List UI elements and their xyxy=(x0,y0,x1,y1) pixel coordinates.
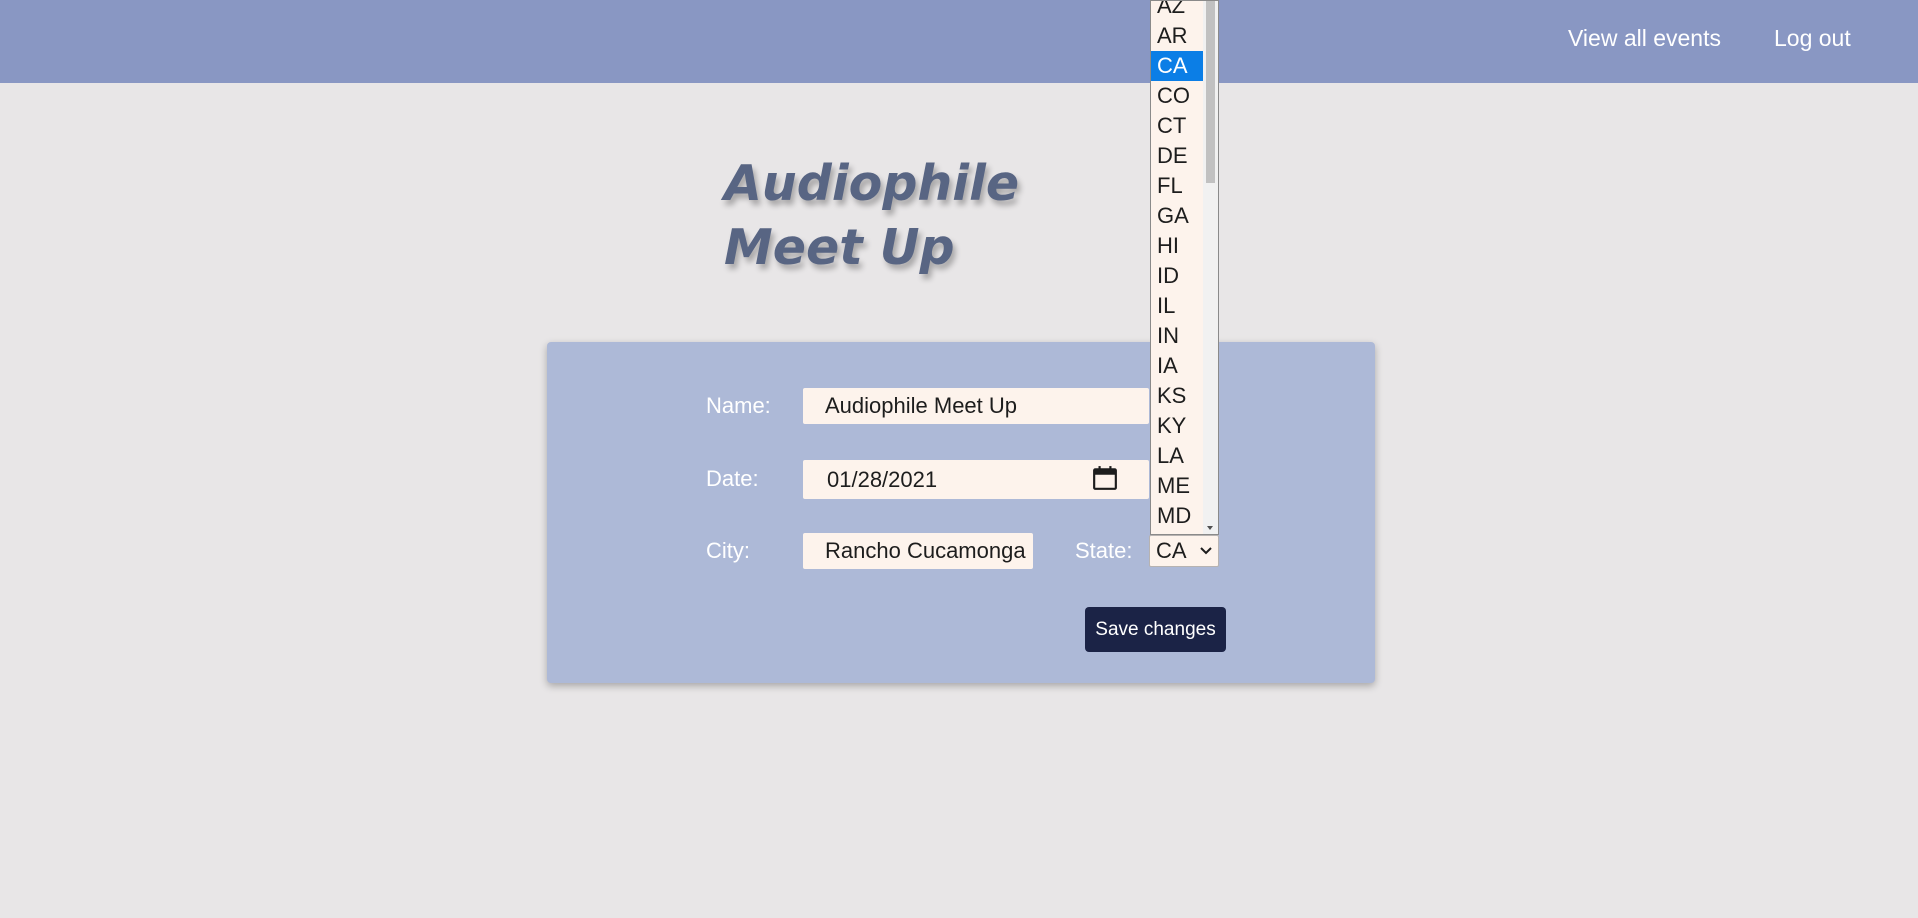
state-select[interactable]: CA xyxy=(1149,535,1219,567)
state-dropdown-list: AZ AR CA CO CT DE FL GA HI ID IL IN IA KS KY LA ME MD xyxy=(1150,0,1219,535)
state-option[interactable]: AR xyxy=(1151,21,1204,51)
page-title: Audiophile Meet Up xyxy=(724,155,1020,276)
state-option[interactable]: IN xyxy=(1151,321,1204,351)
state-label: State: xyxy=(1075,538,1133,563)
state-option[interactable]: CT xyxy=(1151,111,1204,141)
scroll-down-arrow-icon[interactable] xyxy=(1207,526,1213,530)
state-option[interactable]: AZ xyxy=(1151,1,1204,21)
state-options: AZ AR CA CO CT DE FL GA HI ID IL IN IA KS KY LA ME MD xyxy=(1151,1,1204,531)
name-input[interactable]: Audiophile Meet Up xyxy=(803,388,1149,424)
state-option[interactable]: KS xyxy=(1151,381,1204,411)
city-label: City: xyxy=(706,538,750,563)
state-option[interactable]: HI xyxy=(1151,231,1204,261)
scrollbar-thumb[interactable] xyxy=(1206,1,1215,183)
state-option[interactable]: GA xyxy=(1151,201,1204,231)
state-option[interactable]: ID xyxy=(1151,261,1204,291)
state-option[interactable]: IA xyxy=(1151,351,1204,381)
calendar-icon[interactable] xyxy=(1092,465,1118,491)
dropdown-scrollbar[interactable] xyxy=(1203,1,1218,534)
date-label: Date: xyxy=(706,466,759,491)
top-navbar: View all events Log out xyxy=(0,0,1918,83)
state-option[interactable]: DE xyxy=(1151,141,1204,171)
state-option[interactable]: IL xyxy=(1151,291,1204,321)
state-option[interactable]: MD xyxy=(1151,501,1204,531)
view-all-events-link[interactable]: View all events xyxy=(1568,22,1721,54)
name-label: Name: xyxy=(706,393,771,418)
state-option[interactable]: LA xyxy=(1151,441,1204,471)
city-input[interactable]: Rancho Cucamonga xyxy=(803,533,1033,569)
state-option[interactable]: CO xyxy=(1151,81,1204,111)
save-changes-button[interactable]: Save changes xyxy=(1085,607,1226,652)
log-out-link[interactable]: Log out xyxy=(1774,22,1851,54)
state-option[interactable]: KY xyxy=(1151,411,1204,441)
state-option[interactable]: CA xyxy=(1151,51,1204,81)
state-option[interactable]: ME xyxy=(1151,471,1204,501)
state-select-value: CA xyxy=(1156,538,1187,563)
state-option[interactable]: FL xyxy=(1151,171,1204,201)
chevron-down-icon xyxy=(1200,547,1212,555)
